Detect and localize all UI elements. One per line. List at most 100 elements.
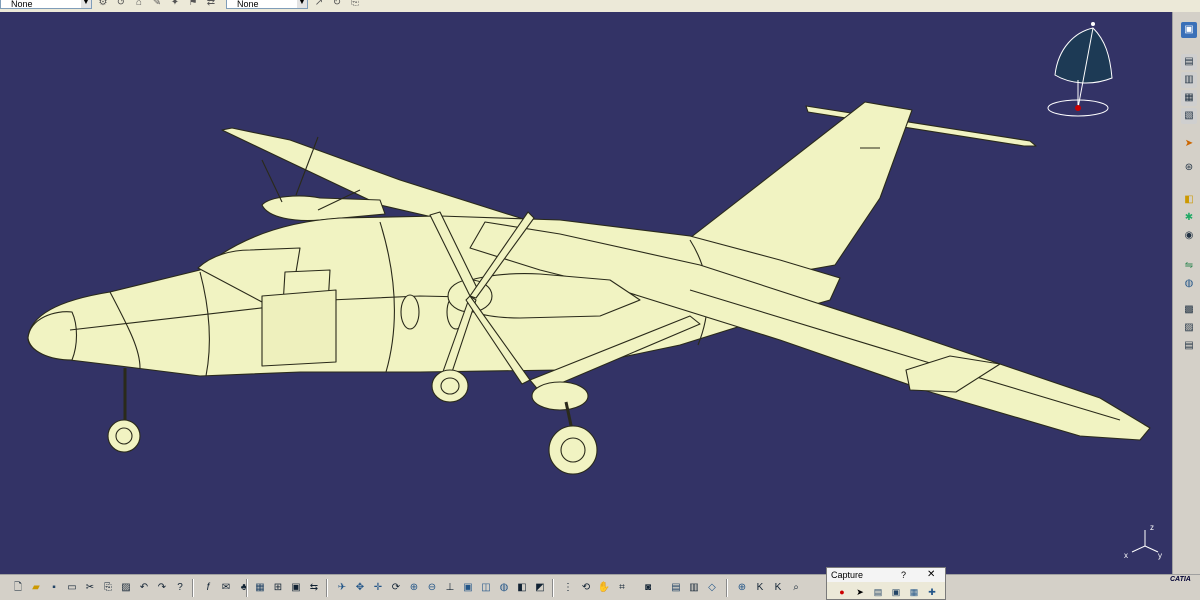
normal-view-icon[interactable]: ⊥ — [442, 580, 458, 596]
cabin-window-1 — [400, 294, 420, 330]
snap-icon[interactable]: ⊛ — [1181, 160, 1197, 176]
far-wing — [221, 127, 561, 233]
redo-icon[interactable]: ↷ — [154, 580, 170, 596]
catia-logo-text: CATIA — [1170, 576, 1191, 583]
axis-label-x: x — [1124, 551, 1128, 560]
axis-label-y: y — [1158, 551, 1162, 560]
bottom-toolbar: 🗋 ▰ ▪ ▭ ✂ ⎘ ▨ ↶ ↷ ? f ✉ ♣ ▦ ⊞ ▣ ⇆ ✈ ✥ ✛ … — [0, 574, 1200, 600]
compass-flip-icon[interactable]: K — [770, 580, 786, 596]
main-wheel-near-hub — [560, 437, 586, 463]
cut-icon[interactable]: ✂ — [82, 580, 98, 596]
capture-camera-icon[interactable]: ◙ — [640, 580, 656, 596]
toolbar-separator — [246, 579, 248, 597]
tree-icon[interactable]: ⊞ — [270, 580, 286, 596]
undo-icon[interactable]: ↶ — [136, 580, 152, 596]
pan-icon[interactable]: ✛ — [370, 580, 386, 596]
copy-icon[interactable]: ⎘ — [100, 580, 116, 596]
camera-icon[interactable]: ◉ — [1181, 228, 1197, 244]
open-file-icon[interactable]: ▰ — [28, 580, 44, 596]
properties-icon[interactable]: ⚙ — [96, 0, 110, 9]
constraint-icon[interactable]: ⋮ — [560, 580, 576, 596]
zoom-out-icon[interactable]: ⊖ — [424, 580, 440, 596]
link-icon[interactable]: ↺ — [114, 0, 128, 9]
airplane-model[interactable]: z x y — [0, 12, 1172, 574]
album-icon[interactable]: ▥ — [686, 580, 702, 596]
apply-material-icon[interactable]: ◍ — [1181, 276, 1197, 292]
copy-icon[interactable]: ◧ — [1181, 192, 1197, 208]
capture-album-icon[interactable]: ✚ — [925, 585, 939, 599]
save-icon[interactable]: ▪ — [46, 580, 62, 596]
layer-filter-combo[interactable]: None ▼ — [0, 0, 92, 9]
axis-triad — [1131, 530, 1159, 553]
select-arrow-icon[interactable]: ➤ — [1181, 136, 1197, 152]
capture-print-icon[interactable]: ▦ — [907, 585, 921, 599]
swap-icon[interactable]: ⇆ — [306, 580, 322, 596]
close-icon[interactable]: ✕ — [927, 568, 935, 582]
capture-options-icon[interactable]: ▤ — [871, 585, 885, 599]
eraser-icon[interactable]: ◇ — [704, 580, 720, 596]
toolbar-separator — [552, 579, 554, 597]
zoom-in-icon[interactable]: ⊕ — [406, 580, 422, 596]
help-icon[interactable]: ? — [901, 568, 906, 582]
rotate-icon[interactable]: ⟳ — [388, 580, 404, 596]
toolbar-separator — [726, 579, 728, 597]
new-file-icon[interactable]: 🗋 — [10, 580, 26, 596]
wand-icon[interactable]: ✎ — [150, 0, 164, 9]
section-icon[interactable]: ▨ — [1181, 320, 1197, 336]
3d-viewport[interactable]: z x y — [0, 12, 1172, 574]
cabin-door — [261, 289, 337, 367]
catalog-icon[interactable]: ▣ — [288, 580, 304, 596]
comment-icon[interactable]: ✉ — [218, 580, 234, 596]
paste-icon[interactable]: ▨ — [118, 580, 134, 596]
manipulate-icon[interactable]: ✋ — [596, 580, 612, 596]
workbench-icon[interactable]: ▣ — [1181, 22, 1197, 38]
lock-icon[interactable]: ⌂ — [132, 0, 146, 9]
capture-save-icon[interactable]: ▣ — [889, 585, 903, 599]
record-icon[interactable]: ● — [835, 585, 849, 599]
chevron-down-icon[interactable]: ▼ — [81, 0, 91, 8]
render-icon[interactable]: ▤ — [1181, 338, 1197, 354]
filter-icon[interactable]: ⚑ — [186, 0, 200, 9]
capture-toolbar: Capture ? ✕ ● ➤ ▤ ▣ ▦ ✚ — [826, 567, 946, 600]
paint-icon[interactable]: ✦ — [168, 0, 182, 9]
knowledge-icon[interactable]: ♣ — [236, 580, 252, 596]
line-type-combo[interactable]: None ▼ — [226, 0, 308, 9]
image-icon[interactable]: ▤ — [668, 580, 684, 596]
edit-icon[interactable]: ↗ — [312, 0, 326, 9]
multi-view-icon[interactable]: ▣ — [460, 580, 476, 596]
search-icon[interactable]: ⌕ — [788, 580, 804, 596]
right-toolbar: ▣ ▤ ▥ ▦ ▧ ➤ ⊛ ◧ ✱ ◉ ⇋ ◍ ▩ ▨ ▤ — [1172, 12, 1200, 574]
table-icon[interactable]: ▦ — [252, 580, 268, 596]
shaft-icon[interactable]: ▧ — [1181, 108, 1197, 124]
print-icon[interactable]: ▭ — [64, 580, 80, 596]
fly-mode-icon[interactable]: ✈ — [334, 580, 350, 596]
measure-icon[interactable]: ⇋ — [1181, 258, 1197, 274]
compass-reset-icon[interactable]: K — [752, 580, 768, 596]
target-icon[interactable]: ⊕ — [734, 580, 750, 596]
shading-icon[interactable]: ◍ — [496, 580, 512, 596]
analysis-icon[interactable]: ▩ — [1181, 302, 1197, 318]
toolbar-separator — [326, 579, 328, 597]
pad-icon[interactable]: ▥ — [1181, 72, 1197, 88]
fit-all-icon[interactable]: ✥ — [352, 580, 368, 596]
snap-mode-icon[interactable]: ⌗ — [614, 580, 630, 596]
pocket-icon[interactable]: ▦ — [1181, 90, 1197, 106]
graph-icon[interactable]: ⇄ — [204, 0, 218, 9]
catia-logo: CATIA — [1170, 576, 1191, 583]
nose-wheel-hub — [115, 427, 133, 445]
line-type-value: None — [237, 0, 259, 9]
iso-view-icon[interactable]: ◫ — [478, 580, 494, 596]
update-icon[interactable]: ⟲ — [578, 580, 594, 596]
paste-format-icon[interactable]: ⎘ — [348, 0, 362, 9]
sketch-icon[interactable]: ▤ — [1181, 54, 1197, 70]
select-mode-icon[interactable]: ➤ — [853, 585, 867, 599]
compass-widget[interactable] — [1047, 22, 1113, 117]
refresh-icon[interactable]: ↻ — [330, 0, 344, 9]
axis-label-z: z — [1150, 523, 1154, 532]
formula-icon[interactable]: f — [200, 580, 216, 596]
swap-visible-icon[interactable]: ◩ — [532, 580, 548, 596]
whats-this-icon[interactable]: ? — [172, 580, 188, 596]
chevron-down-icon[interactable]: ▼ — [297, 0, 307, 8]
axis-system-icon[interactable]: ✱ — [1181, 210, 1197, 226]
hide-show-icon[interactable]: ◧ — [514, 580, 530, 596]
